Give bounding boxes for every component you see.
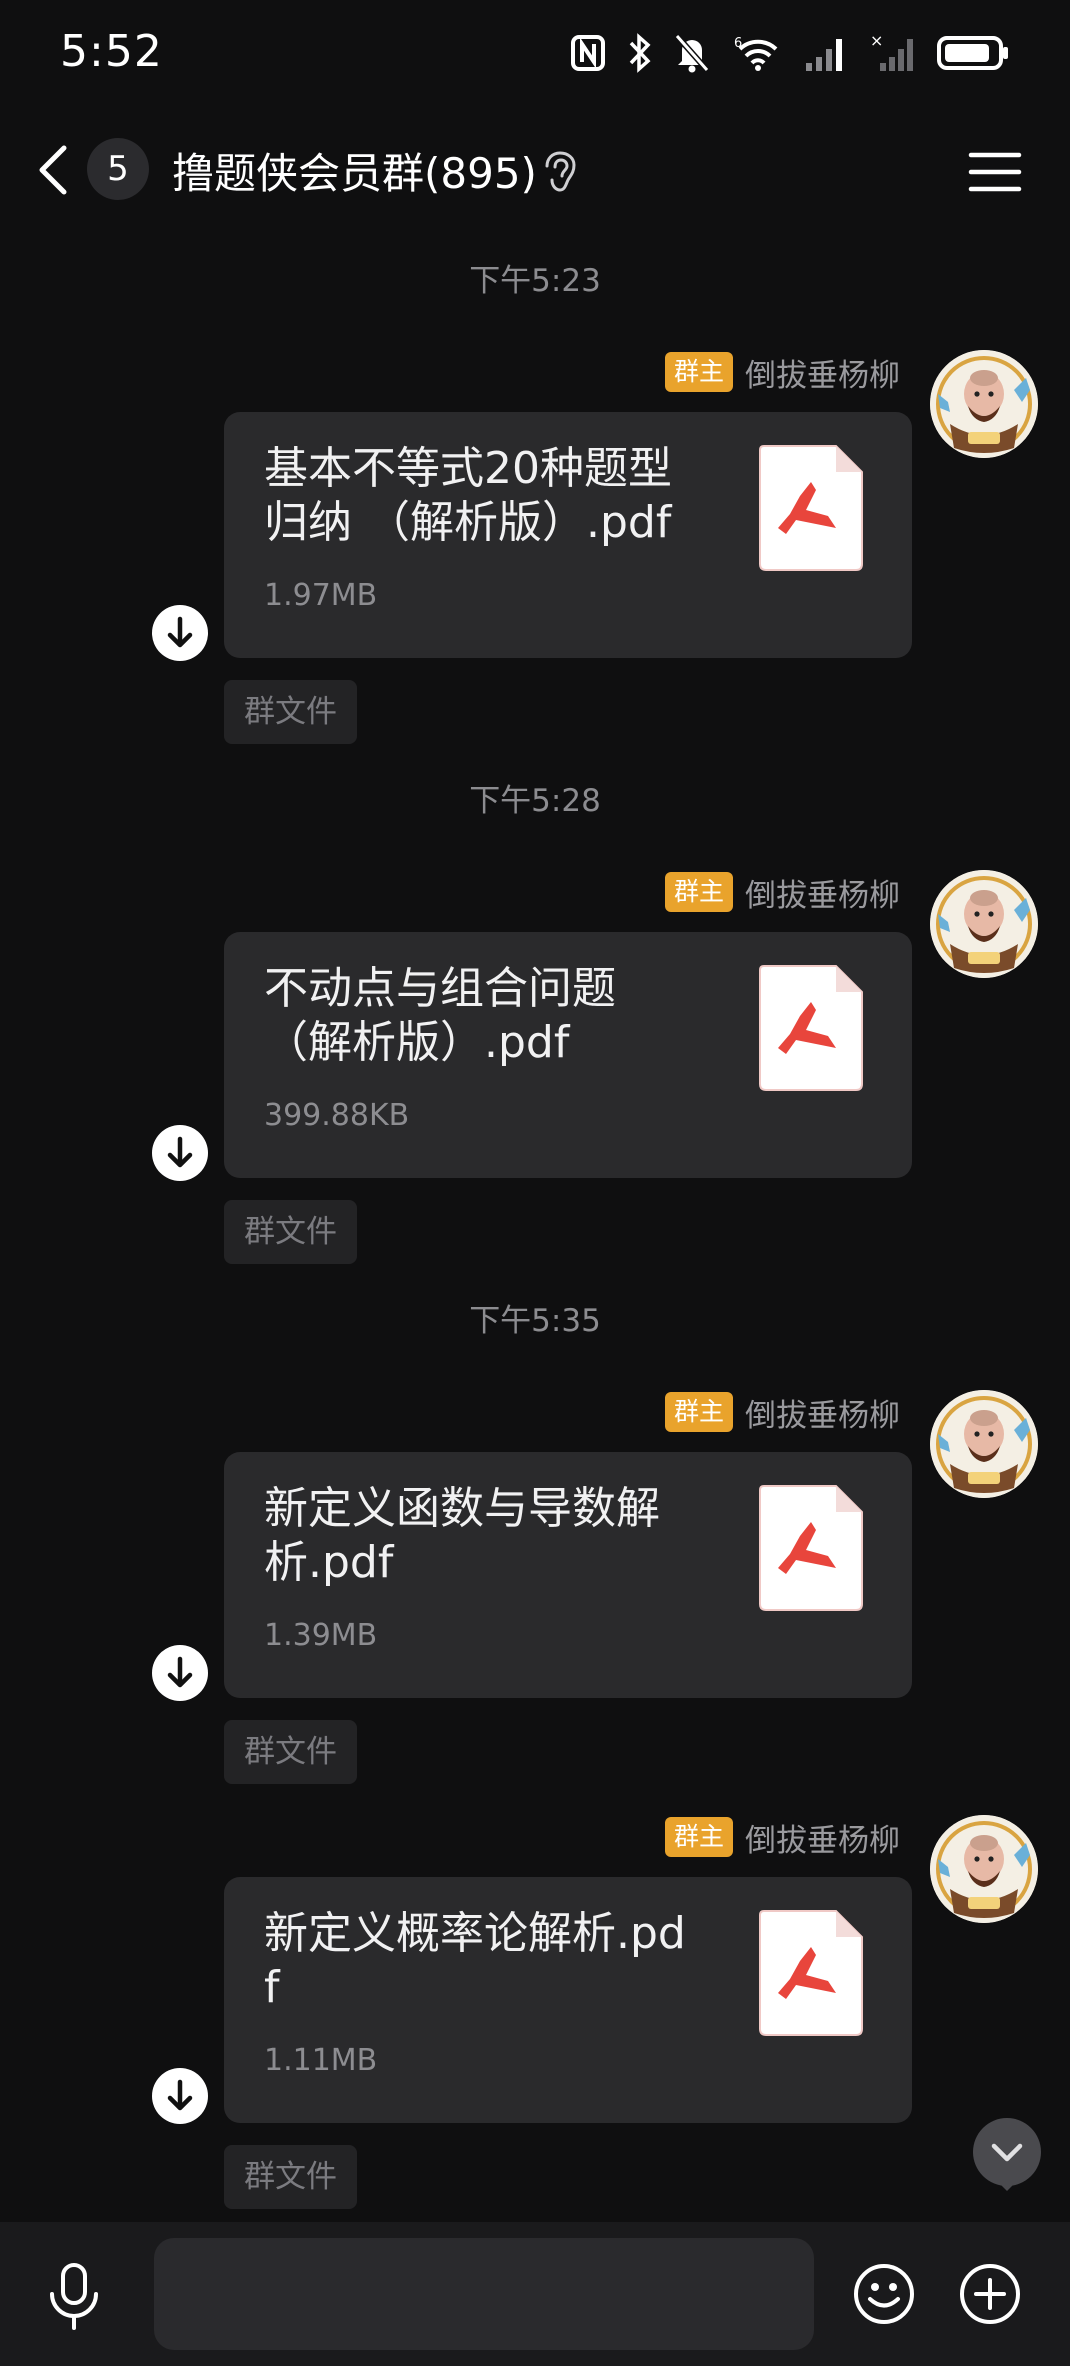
file-card[interactable]: 基本不等式20种题型归纳 （解析版）.pdf 1.97MB [224, 412, 912, 658]
battery-icon [937, 36, 1008, 70]
file-card[interactable]: 不动点与组合问题（解析版）.pdf 399.88KB [224, 932, 912, 1178]
group-file-tag[interactable]: 群文件 [224, 2145, 357, 2209]
group-file-tag[interactable]: 群文件 [224, 680, 357, 744]
avatar-image [930, 1390, 1038, 1498]
download-icon [167, 2079, 193, 2111]
download-button[interactable] [152, 1645, 208, 1701]
avatar-image [930, 350, 1038, 458]
download-icon [167, 616, 193, 648]
bluetooth-icon [629, 33, 651, 73]
menu-icon[interactable] [968, 150, 1022, 194]
download-icon [167, 1136, 193, 1168]
sender-name[interactable]: 倒拔垂杨柳 [745, 350, 900, 395]
chat-header: 5 撸题侠会员群(895) [0, 110, 1070, 230]
sender-row: 群主 倒拔垂杨柳 [664, 1390, 900, 1435]
owner-badge: 群主 [664, 352, 733, 392]
file-size: 1.11MB [264, 2043, 378, 2078]
pdf-file-icon [759, 1910, 863, 2036]
file-name: 基本不等式20种题型归纳 （解析版）.pdf [264, 443, 672, 548]
status-time: 5:52 [60, 26, 163, 77]
plus-icon[interactable] [958, 2262, 1022, 2326]
download-button[interactable] [152, 605, 208, 661]
file-name: 新定义概率论解析.pdf [264, 1908, 686, 2013]
file-card[interactable]: 新定义函数与导数解析.pdf 1.39MB [224, 1452, 912, 1698]
sender-name[interactable]: 倒拔垂杨柳 [745, 870, 900, 915]
signal-no-service-icon: × [870, 33, 913, 71]
microphone-icon[interactable] [46, 2262, 102, 2330]
file-size: 1.97MB [264, 578, 378, 613]
nfc-icon [571, 35, 605, 71]
owner-badge: 群主 [664, 1817, 733, 1857]
input-bar [0, 2222, 1070, 2366]
group-file-tag[interactable]: 群文件 [224, 1720, 357, 1784]
owner-badge: 群主 [664, 1392, 733, 1432]
pdf-file-icon [759, 965, 863, 1091]
file-card[interactable]: 新定义概率论解析.pdf 1.11MB [224, 1877, 912, 2123]
avatar[interactable] [930, 350, 1038, 458]
status-bar: 5:52 6 × [0, 0, 1070, 110]
unread-count-badge[interactable]: 5 [87, 138, 149, 200]
download-icon [167, 1656, 193, 1688]
pdf-file-icon [759, 1485, 863, 1611]
avatar[interactable] [930, 870, 1038, 978]
svg-text:×: × [870, 33, 883, 50]
avatar[interactable] [930, 1815, 1038, 1923]
emoji-icon[interactable] [852, 2262, 916, 2326]
message-timestamp: 下午5:28 [469, 783, 601, 819]
back-icon[interactable] [30, 140, 80, 200]
message-input[interactable] [154, 2238, 814, 2350]
sender-name[interactable]: 倒拔垂杨柳 [745, 1390, 900, 1435]
scroll-to-bottom-button[interactable] [970, 2118, 1044, 2192]
group-file-tag[interactable]: 群文件 [224, 1200, 357, 1264]
sender-name[interactable]: 倒拔垂杨柳 [745, 1815, 900, 1860]
pdf-file-icon [759, 445, 863, 571]
message-timestamp: 下午5:35 [469, 1303, 601, 1339]
mute-icon [674, 34, 710, 73]
avatar[interactable] [930, 1390, 1038, 1498]
owner-badge: 群主 [664, 872, 733, 912]
avatar-image [930, 1815, 1038, 1923]
file-name: 新定义函数与导数解析.pdf [264, 1483, 660, 1588]
file-size: 399.88KB [264, 1098, 410, 1133]
ear-icon[interactable] [540, 150, 580, 194]
avatar-image [930, 870, 1038, 978]
wifi-icon: 6 [734, 36, 778, 71]
file-size: 1.39MB [264, 1618, 378, 1653]
status-icons: 6 × [570, 28, 1010, 78]
download-button[interactable] [152, 2068, 208, 2124]
sender-row: 群主 倒拔垂杨柳 [664, 350, 900, 395]
sender-row: 群主 倒拔垂杨柳 [664, 870, 900, 915]
sender-row: 群主 倒拔垂杨柳 [664, 1815, 900, 1860]
message-timestamp: 下午5:23 [469, 263, 601, 299]
download-button[interactable] [152, 1125, 208, 1181]
file-name: 不动点与组合问题（解析版）.pdf [264, 963, 616, 1068]
chat-title[interactable]: 撸题侠会员群(895) [172, 140, 537, 201]
signal-icon [806, 39, 842, 71]
